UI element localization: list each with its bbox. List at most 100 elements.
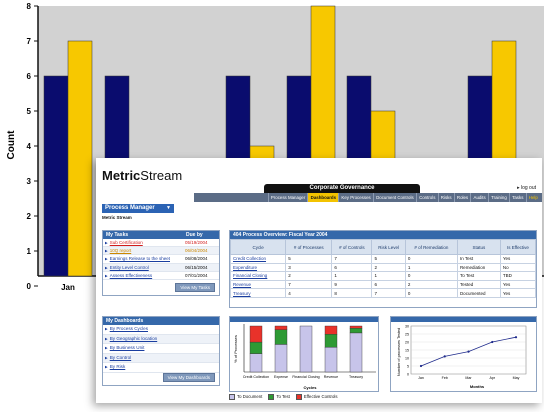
line-point <box>419 364 423 368</box>
column-header: Cycle <box>229 239 287 255</box>
chart2-y-tick: 20 <box>405 340 409 344</box>
dashboard-link[interactable]: By Business Unit <box>103 344 219 354</box>
dashboards-header: My Dashboards <box>103 317 219 325</box>
tab-dashboards[interactable]: Dashboards <box>307 193 339 202</box>
task-link[interactable]: 10Q report <box>103 247 185 254</box>
table-cell: 3 <box>285 262 333 273</box>
cycle-status-chart: % of Processes Credit Collection Expense F… <box>233 324 376 390</box>
table-cell: 2 <box>285 271 333 281</box>
task-link[interactable]: Sub Certification <box>103 239 185 246</box>
table-row: Revenue 7 9 6 2 Tested Yes <box>229 279 537 290</box>
cycle-link[interactable]: Treasury <box>229 288 287 298</box>
task-list: Sub Certification05/19/200410Q report 06/… <box>103 239 219 280</box>
main-nav: Process Manager Dashboards Key Processes Do… <box>194 193 542 202</box>
tab-key-processes[interactable]: Key Processes <box>338 193 373 202</box>
table-cell: Yes <box>499 279 537 290</box>
my-tasks-panel: My Tasks Due by Sub Certification05/19/2… <box>102 230 220 296</box>
task-link[interactable]: Earnings Release to the sheet <box>103 255 185 262</box>
dashboard-list: By Process CyclesBy Geographic locationB… <box>103 325 219 373</box>
tab-tasks[interactable]: Tasks <box>508 193 526 202</box>
processes-tested-chart-panel: Number of processes Tested 0 5 10 15 20 25 30 … <box>390 316 537 392</box>
table-cell: 4 <box>285 288 333 298</box>
legend-swatch <box>229 394 235 400</box>
task-due-date: 06/15/2004 <box>185 264 208 270</box>
table-cell: 8 <box>331 288 373 298</box>
table-cell: 0 <box>404 254 458 264</box>
chart1-category-label: Treasury <box>349 375 363 379</box>
gold-bar <box>67 40 93 277</box>
tab-risks[interactable]: Risks <box>437 193 454 202</box>
table-cell: In Test <box>456 254 501 264</box>
cycle-link[interactable]: Revenue <box>229 279 287 290</box>
tasks-header: My Tasks Due by <box>103 231 219 239</box>
table-cell: 0 <box>404 288 458 298</box>
cycle-link[interactable]: Financial Closing <box>229 271 287 281</box>
due-header-label: Due by <box>186 232 203 238</box>
cycle-link[interactable]: Credit Collection <box>229 254 287 264</box>
column-header: Risk Level <box>371 239 406 255</box>
chart1-category-label: Credit Collection <box>243 375 269 379</box>
stack-segment <box>249 325 263 343</box>
y-tick-label: 0 <box>27 282 32 291</box>
table-cell: 7 <box>285 279 333 290</box>
y-axis-label: Count <box>6 130 17 160</box>
stack-segment <box>249 353 263 373</box>
chart1-legend: To Document To Test Effective Controls <box>229 394 337 400</box>
tab-audits[interactable]: Audits <box>470 193 488 202</box>
legend-swatch <box>295 394 302 400</box>
column-header: Status <box>456 239 501 255</box>
table-cell: To Test <box>456 271 501 281</box>
table-cell: 5 <box>371 254 406 264</box>
table-cell: 0 <box>404 271 458 281</box>
chart1-category-label: Financial Closing <box>292 375 319 379</box>
chart2-x-tick: Mar <box>465 376 472 380</box>
task-due-date: 05/19/2004 <box>185 240 208 245</box>
task-due-date: 07/01/2004 <box>185 272 208 278</box>
column-header: # of Remediation <box>404 239 458 255</box>
metricstream-window: MetricStream Corporate Governance ▸ log … <box>96 158 542 403</box>
table-row: Financial Closing 2 1 1 0 To Test TBD <box>229 271 537 281</box>
table-row: Expenditure 3 6 2 1 Remediation No <box>229 262 537 273</box>
legend-item: Effective Controls <box>295 394 337 400</box>
task-link[interactable]: Assess Effectiveness <box>103 272 185 279</box>
dashboard-link[interactable]: By Control <box>103 353 219 363</box>
view-my-dashboards-button[interactable]: View My Dashboards <box>162 373 215 382</box>
table-cell: No <box>499 262 537 273</box>
legend-label: To Test <box>276 394 290 400</box>
line-point <box>514 336 518 339</box>
table-cell: 1 <box>404 262 458 273</box>
tab-training[interactable]: Training <box>487 193 509 202</box>
legend-item: To Document <box>229 394 262 400</box>
task-link[interactable]: Entity Level Control <box>103 264 185 271</box>
y-tick-label: 6 <box>27 72 32 81</box>
dashboard-link[interactable]: By Geographic location <box>103 334 219 344</box>
chart2-xlabel: Months <box>470 384 485 389</box>
y-tick-label: 7 <box>27 37 32 46</box>
stack-segment <box>324 346 338 373</box>
stack-segment <box>349 328 363 334</box>
view-my-tasks-button[interactable]: View My Tasks <box>175 283 215 292</box>
stack-segment <box>349 332 363 373</box>
logout-link[interactable]: ▸ log out <box>517 185 536 191</box>
process-manager-dropdown[interactable]: ▼ Process Manager <box>102 204 174 213</box>
tab-roles[interactable]: Roles <box>453 193 471 202</box>
tab-process-manager[interactable]: Process Manager <box>267 193 308 202</box>
chart1-xlabel: Cycles <box>304 385 318 390</box>
tab-document-controls[interactable]: Document Controls <box>372 193 416 202</box>
dashboard-link[interactable]: By Process Cycles <box>103 325 219 335</box>
cycle-link[interactable]: Expenditure <box>229 262 287 273</box>
tab-help[interactable]: Help <box>525 193 540 202</box>
dashboard-link[interactable]: By Risk <box>103 363 219 373</box>
table-cell: 6 <box>331 262 373 273</box>
stack-segment <box>274 329 288 345</box>
y-tick-label: 4 <box>27 142 32 151</box>
chart2-y-tick: 15 <box>405 348 409 352</box>
chart2-y-tick: 10 <box>405 356 409 360</box>
chart1-ylabel: % of Processes <box>233 335 238 363</box>
stack-segment <box>324 325 338 335</box>
task-row: Earnings Release to the sheet06/08/2004 <box>103 255 219 264</box>
chart1-category-label: Revenue <box>324 375 338 379</box>
tab-controls[interactable]: Controls <box>415 193 438 202</box>
chart2-x-tick: Feb <box>442 376 448 380</box>
stack-segment <box>249 341 263 354</box>
